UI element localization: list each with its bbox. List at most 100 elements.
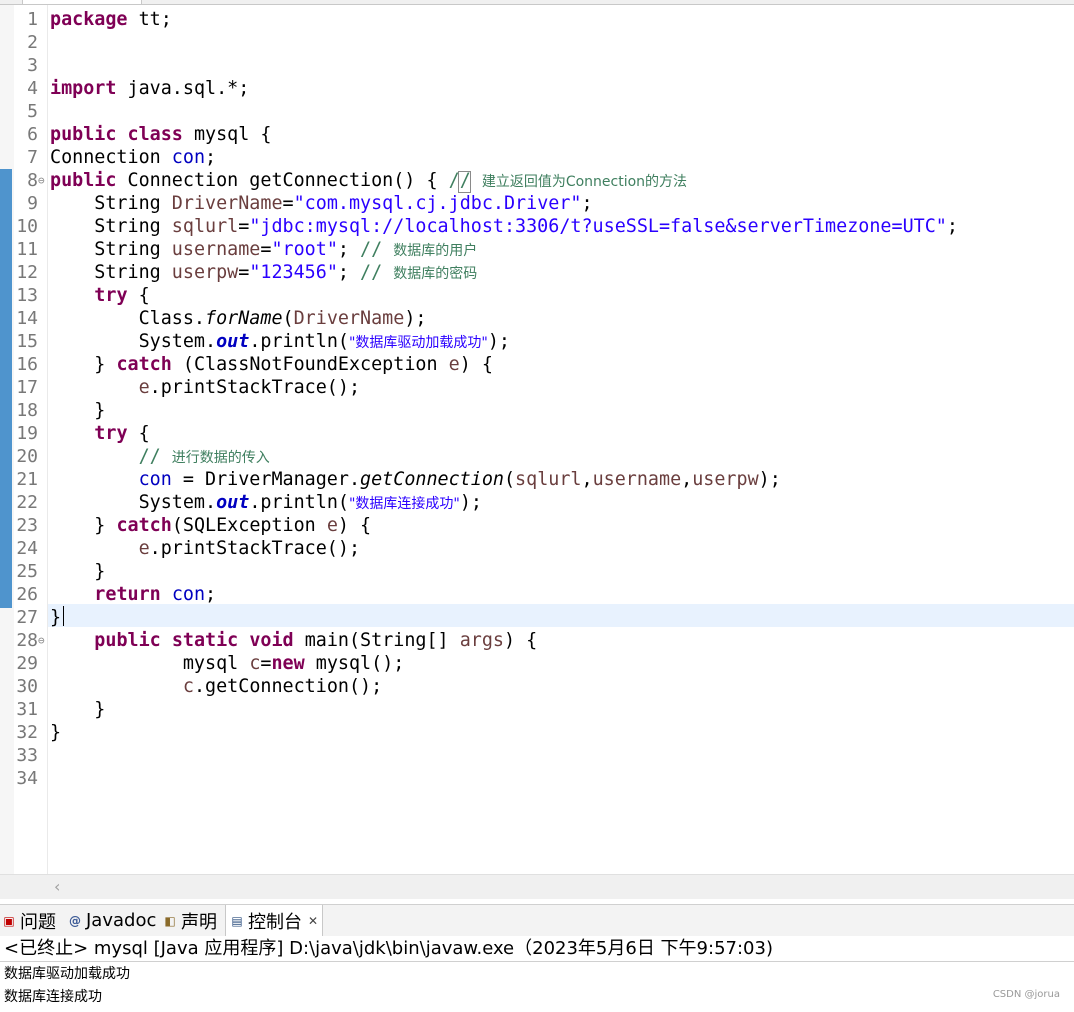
code-line-27[interactable]: } [50,606,61,629]
code-text: ; [337,262,361,283]
code-line-10[interactable]: String sqlurl="jdbc:mysql://localhost:33… [50,215,958,238]
code-text: ; [946,216,958,237]
code-line-20[interactable]: // 进行数据的传入 [50,445,270,470]
code-line-4[interactable]: import java.sql.*; [50,77,249,100]
tab-declaration[interactable]: ◧ 声明 [163,905,217,936]
code-line-9[interactable]: String DriverName="com.mysql.cj.jdbc.Dri… [50,192,592,215]
scroll-left-icon[interactable]: ‹ [54,876,60,898]
code-line-18[interactable]: } [50,399,105,422]
code-line-26[interactable]: return con; [50,583,216,606]
comment-text: 进行数据的传入 [171,450,270,466]
string-literal: "数据库连接成功" [348,496,460,512]
code-text: .println( [249,331,349,352]
line-number: 22 [16,492,38,513]
field: con [138,469,172,490]
console-output-line[interactable]: 数据库驱动加载成功 [4,964,130,984]
field: con [171,147,206,168]
comment: // [360,239,394,260]
code-line-28[interactable]: public static void main(String[] args) { [50,629,537,652]
code-text: ) { [337,515,372,536]
code-text: (ClassNotFoundException [171,354,449,375]
code-line-25[interactable]: } [50,560,105,583]
line-number: 12 [16,262,38,283]
code-line-8[interactable]: public Connection getConnection() { // 建… [50,169,687,194]
fold-minus-icon[interactable]: ⊖ [38,629,45,652]
tab-label: 声明 [181,911,217,933]
tab-console[interactable]: ▤ 控制台 ✕ [225,905,324,936]
code-line-24[interactable]: e.printStackTrace(); [50,537,360,560]
code-text: String [50,239,172,260]
code-text: ( [282,308,294,329]
code-text: .printStackTrace(); [149,538,361,559]
variable: username [171,239,261,260]
comment: // [138,446,172,467]
static-method: getConnection [360,469,504,490]
code-line-17[interactable]: e.printStackTrace(); [50,376,360,399]
tab-javadoc[interactable]: @ Javadoc [68,905,156,936]
change-ruler [0,169,12,608]
variable: e [138,377,150,398]
string-literal: "root" [271,239,338,260]
variable: e [138,538,150,559]
code-line-19[interactable]: try { [50,422,149,445]
code-line-15[interactable]: System.out.println("数据库驱动加载成功"); [50,330,510,355]
line-number: 7 [27,147,38,168]
code-text: ); [487,331,511,352]
horizontal-scrollbar[interactable]: ‹ [0,874,1074,899]
tab-label: Javadoc [86,910,157,931]
variable: sqlurl [515,469,582,490]
code-text: Connection getConnection() [116,170,427,191]
code-line-1[interactable]: package tt; [50,8,172,31]
console-status-header: <已终止> mysql [Java 应用程序] D:\java\jdk\bin\… [0,936,1074,962]
code-text: mysql [50,653,250,674]
string-literal: "数据库驱动加载成功" [348,335,488,351]
string-literal: "jdbc:mysql://localhost:3306/t?useSSL=fa… [249,216,947,237]
variable: c [249,653,261,674]
code-line-14[interactable]: Class.forName(DriverName); [50,307,427,330]
code-text: = [260,653,272,674]
keyword: try [94,285,128,306]
comment: // [437,170,482,191]
code-line-13[interactable]: try { [50,284,149,307]
code-line-11[interactable]: String username="root"; // 数据库的用户 [50,238,477,263]
code-line-31[interactable]: } [50,698,105,721]
line-number: 6 [27,124,38,145]
line-number: 32 [16,722,38,743]
keyword: public [50,170,117,191]
tab-problems[interactable]: ▣ 问题 [2,905,56,936]
comment-text: 数据库的密码 [393,266,478,282]
code-line-16[interactable]: } catch (ClassNotFoundException e) { [50,353,493,376]
console-output-line[interactable]: 数据库连接成功 [4,987,102,1007]
line-number: 17 [16,377,38,398]
code-text: , [581,469,593,490]
code-text: ; [205,584,217,605]
line-number: 30 [16,676,38,697]
variable: c [182,676,194,697]
code-text: ( [503,469,516,490]
code-editor[interactable]: 1 2 3 4 5 6 7 8 9 10 11 12 13 14 15 16 17 18 19 20 21 22 23 24 2… [0,5,1074,874]
code-line-7[interactable]: Connection con; [50,146,216,169]
code-line-30[interactable]: c.getConnection(); [50,675,382,698]
code-line-21[interactable]: con = DriverManager.getConnection(sqlurl… [50,468,781,491]
line-number: 9 [27,193,38,214]
code-line-29[interactable]: mysql c=new mysql(); [50,652,404,675]
code-line-12[interactable]: String userpw="123456"; // 数据库的密码 [50,261,477,286]
line-number: 26 [16,584,38,605]
declaration-icon: ◧ [164,913,176,928]
fold-minus-icon[interactable]: ⊖ [38,169,45,192]
code-line-6[interactable]: public class mysql { [50,123,271,146]
code-line-32[interactable]: } [50,721,61,744]
code-text: } [50,354,117,375]
watermark: CSDN @jorua [992,989,1060,1000]
code-line-22[interactable]: System.out.println("数据库连接成功"); [50,491,482,516]
code-text: String [50,262,172,283]
close-icon[interactable]: ✕ [308,914,318,928]
code-line-23[interactable]: } catch(SQLException e) { [50,514,371,537]
line-number: 25 [16,561,38,582]
